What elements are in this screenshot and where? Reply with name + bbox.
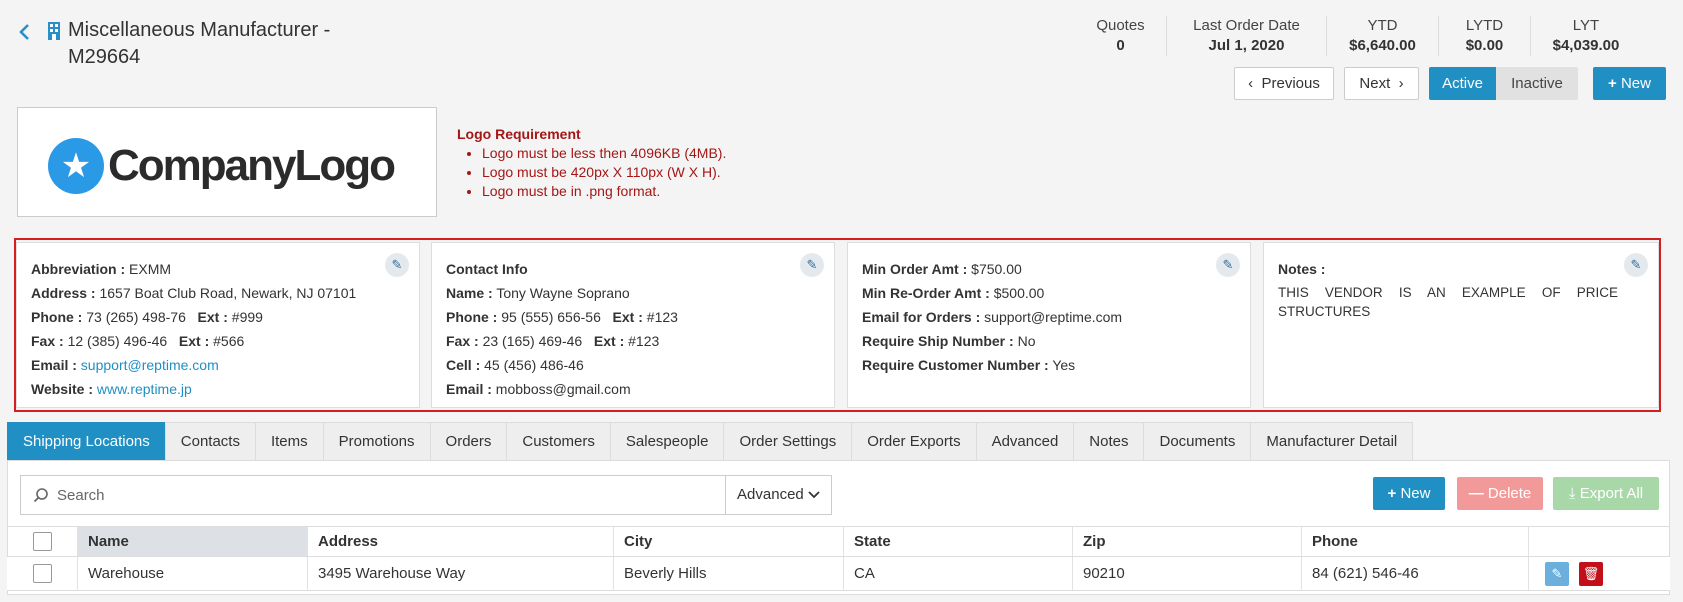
search-box	[20, 475, 726, 515]
tab-promotions[interactable]: Promotions	[322, 422, 431, 460]
tab-documents[interactable]: Documents	[1143, 422, 1252, 460]
page-title: Miscellaneous Manufacturer - M29664	[68, 19, 331, 68]
stat-last-order-date: Last Order Date Jul 1, 2020	[1167, 16, 1327, 56]
plus-icon: +	[1387, 485, 1397, 502]
tab-manufacturer-detail[interactable]: Manufacturer Detail	[1250, 422, 1414, 460]
minus-icon: —	[1468, 485, 1484, 502]
notes-card: ✎ Notes : THIS VENDOR IS AN EXAMPLE OF P…	[1263, 242, 1659, 408]
column-header-city[interactable]: City	[614, 527, 844, 556]
building-icon	[47, 22, 61, 40]
logo-requirements: Logo Requirement Logo must be less then …	[457, 124, 726, 201]
previous-button[interactable]: ‹ Previous	[1234, 67, 1334, 100]
download-icon: ⤓	[1568, 485, 1576, 502]
notes-text: THIS VENDOR IS AN EXAMPLE OF PRICE STRUC…	[1278, 285, 1618, 319]
new-vendor-button[interactable]: + New	[1593, 67, 1666, 100]
vendor-email-link[interactable]: support@reptime.com	[81, 357, 219, 373]
chevron-down-icon	[808, 486, 820, 503]
cell-phone: 84 (621) 546-46	[1302, 557, 1529, 590]
tab-bar: Shipping Locations Contacts Items Promot…	[7, 422, 1414, 460]
search-icon	[33, 487, 49, 503]
edit-pencil-icon[interactable]: ✎	[1624, 253, 1648, 277]
tab-contacts[interactable]: Contacts	[164, 422, 256, 460]
row-checkbox[interactable]	[32, 564, 52, 583]
column-header-address[interactable]: Address	[308, 527, 614, 556]
cell-state: CA	[844, 557, 1073, 590]
vendor-info-panel: ✎ Abbreviation : EXMM Address : 1657 Boa…	[14, 238, 1661, 412]
table-header: Name Address City State Zip Phone	[7, 526, 1670, 557]
edit-pencil-icon[interactable]: ✎	[1216, 253, 1240, 277]
edit-pencil-icon[interactable]: ✎	[800, 253, 824, 277]
stats-bar: Quotes 0 Last Order Date Jul 1, 2020 YTD $6…	[1075, 16, 1641, 56]
inactive-toggle[interactable]: Inactive	[1496, 67, 1578, 100]
stat-lyt: LYT $4,039.00	[1552, 17, 1620, 54]
export-all-button[interactable]: ⤓ Export All	[1553, 477, 1659, 510]
column-header-name[interactable]: Name	[78, 527, 308, 556]
chevron-left-icon: ‹	[1248, 75, 1254, 92]
search-input[interactable]	[55, 486, 695, 505]
stat-lytd: LYTD $0.00	[1439, 16, 1531, 56]
requirement-item: Logo must be less then 4096KB (4MB).	[482, 144, 726, 163]
chevron-right-icon: ›	[1398, 75, 1404, 92]
tab-order-settings[interactable]: Order Settings	[723, 422, 853, 460]
tab-items[interactable]: Items	[254, 422, 324, 460]
tab-orders[interactable]: Orders	[429, 422, 508, 460]
cell-city: Beverly Hills	[614, 557, 844, 590]
cell-address: 3495 Warehouse Way	[308, 557, 614, 590]
tab-salespeople[interactable]: Salespeople	[609, 422, 725, 460]
vendor-website-link[interactable]: www.reptime.jp	[97, 381, 192, 397]
tab-notes[interactable]: Notes	[1073, 422, 1145, 460]
plus-icon: +	[1608, 75, 1617, 92]
cell-name: Warehouse	[78, 557, 308, 590]
column-header-zip[interactable]: Zip	[1073, 527, 1302, 556]
delete-button[interactable]: — Delete	[1457, 477, 1543, 510]
stat-ytd: YTD $6,640.00	[1327, 16, 1439, 56]
table-row[interactable]: Warehouse 3495 Warehouse Way Beverly Hil…	[7, 557, 1670, 591]
column-header-state[interactable]: State	[844, 527, 1073, 556]
stat-quotes: Quotes 0	[1075, 16, 1167, 56]
tab-order-exports[interactable]: Order Exports	[851, 422, 977, 460]
active-toggle[interactable]: Active	[1429, 67, 1496, 100]
tab-advanced[interactable]: Advanced	[975, 422, 1075, 460]
vendor-card: ✎ Abbreviation : EXMM Address : 1657 Boa…	[16, 242, 420, 408]
advanced-search-dropdown[interactable]: Advanced	[726, 475, 832, 515]
cell-zip: 90210	[1073, 557, 1302, 590]
next-button[interactable]: Next ›	[1344, 67, 1419, 100]
requirement-item: Logo must be in .png format.	[482, 182, 726, 201]
company-logo[interactable]: ★ CompanyLogo	[17, 107, 437, 217]
star-icon: ★	[48, 138, 104, 194]
column-header-phone[interactable]: Phone	[1302, 527, 1529, 556]
edit-row-pencil-icon[interactable]: ✎	[1545, 561, 1569, 586]
requirement-item: Logo must be 420px X 110px (W X H).	[482, 163, 726, 182]
edit-pencil-icon[interactable]: ✎	[385, 253, 409, 277]
delete-row-trash-icon[interactable]: 🗑	[1579, 561, 1603, 586]
tab-shipping-locations[interactable]: Shipping Locations	[7, 422, 166, 460]
new-location-button[interactable]: + New	[1373, 477, 1445, 510]
select-all-checkbox[interactable]	[32, 532, 52, 551]
order-settings-card: ✎ Min Order Amt : $750.00 Min Re-Order A…	[847, 242, 1251, 408]
contact-card: ✎ Contact Info Name : Tony Wayne Soprano…	[431, 242, 835, 408]
back-chevron-icon[interactable]	[18, 22, 32, 42]
tab-customers[interactable]: Customers	[506, 422, 611, 460]
